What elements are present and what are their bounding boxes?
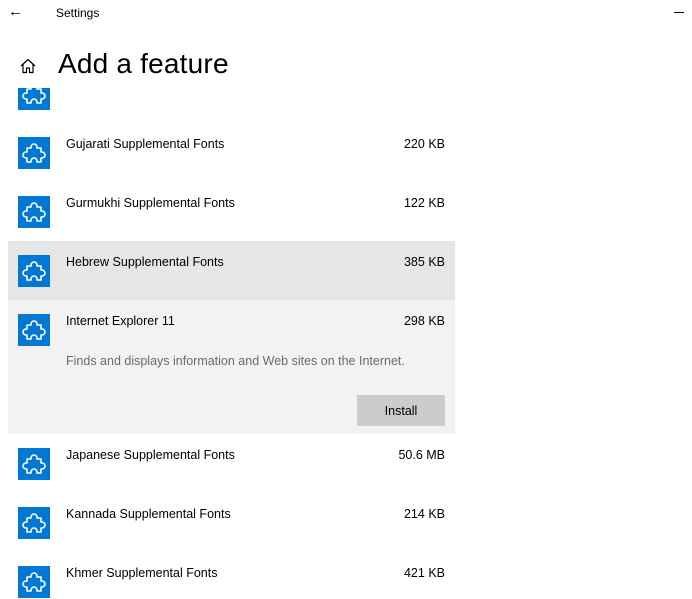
feature-item-gujarati[interactable]: Gujarati Supplemental Fonts 220 KB xyxy=(8,123,455,182)
feature-name: Internet Explorer 11 xyxy=(66,314,175,328)
puzzle-piece-icon xyxy=(18,448,50,480)
feature-item-hebrew[interactable]: Hebrew Supplemental Fonts 385 KB xyxy=(8,241,455,300)
arrow-left-icon: ← xyxy=(8,3,23,20)
feature-name: Gujarati Supplemental Fonts xyxy=(66,137,225,151)
features-list[interactable]: Gujarati Supplemental Fonts 220 KB Gurmu… xyxy=(0,88,692,599)
puzzle-piece-icon xyxy=(18,196,50,228)
puzzle-piece-icon xyxy=(18,137,50,169)
feature-size: 220 KB xyxy=(403,137,445,151)
feature-item-gurmukhi[interactable]: Gurmukhi Supplemental Fonts 122 KB xyxy=(8,182,455,241)
puzzle-piece-icon xyxy=(18,88,50,110)
title-bar: ← Settings xyxy=(0,0,692,26)
feature-size: 122 KB xyxy=(403,196,445,210)
feature-name: Hebrew Supplemental Fonts xyxy=(66,255,224,269)
feature-size: 50.6 MB xyxy=(398,448,445,462)
puzzle-piece-icon xyxy=(18,314,50,346)
feature-size: 385 KB xyxy=(403,255,445,269)
feature-size: 214 KB xyxy=(403,507,445,521)
back-button[interactable]: ← xyxy=(8,4,30,20)
home-icon[interactable] xyxy=(18,56,38,76)
install-button[interactable]: Install xyxy=(357,395,445,426)
feature-name: Gurmukhi Supplemental Fonts xyxy=(66,196,235,210)
features-list-content: Gujarati Supplemental Fonts 220 KB Gurmu… xyxy=(8,88,455,599)
feature-size: 298 KB xyxy=(403,314,445,328)
feature-name: Japanese Supplemental Fonts xyxy=(66,448,235,462)
feature-description: Finds and displays information and Web s… xyxy=(66,354,405,368)
puzzle-piece-icon xyxy=(18,507,50,539)
feature-name: Kannada Supplemental Fonts xyxy=(66,507,231,521)
feature-item-internet-explorer[interactable]: Internet Explorer 11 298 KB Finds and di… xyxy=(8,300,455,434)
feature-item-kannada[interactable]: Kannada Supplemental Fonts 214 KB xyxy=(8,493,455,552)
feature-name: Khmer Supplemental Fonts xyxy=(66,566,218,580)
minimize-icon xyxy=(674,12,684,13)
minimize-button[interactable] xyxy=(666,0,692,26)
feature-item-khmer[interactable]: Khmer Supplemental Fonts 421 KB xyxy=(8,552,455,599)
feature-item-partial[interactable] xyxy=(8,88,455,123)
page-title: Add a feature xyxy=(58,48,229,79)
puzzle-piece-icon xyxy=(18,566,50,598)
puzzle-piece-icon xyxy=(18,255,50,287)
feature-size: 421 KB xyxy=(403,566,445,580)
feature-item-japanese[interactable]: Japanese Supplemental Fonts 50.6 MB xyxy=(8,434,455,493)
window-title: Settings xyxy=(56,6,100,20)
